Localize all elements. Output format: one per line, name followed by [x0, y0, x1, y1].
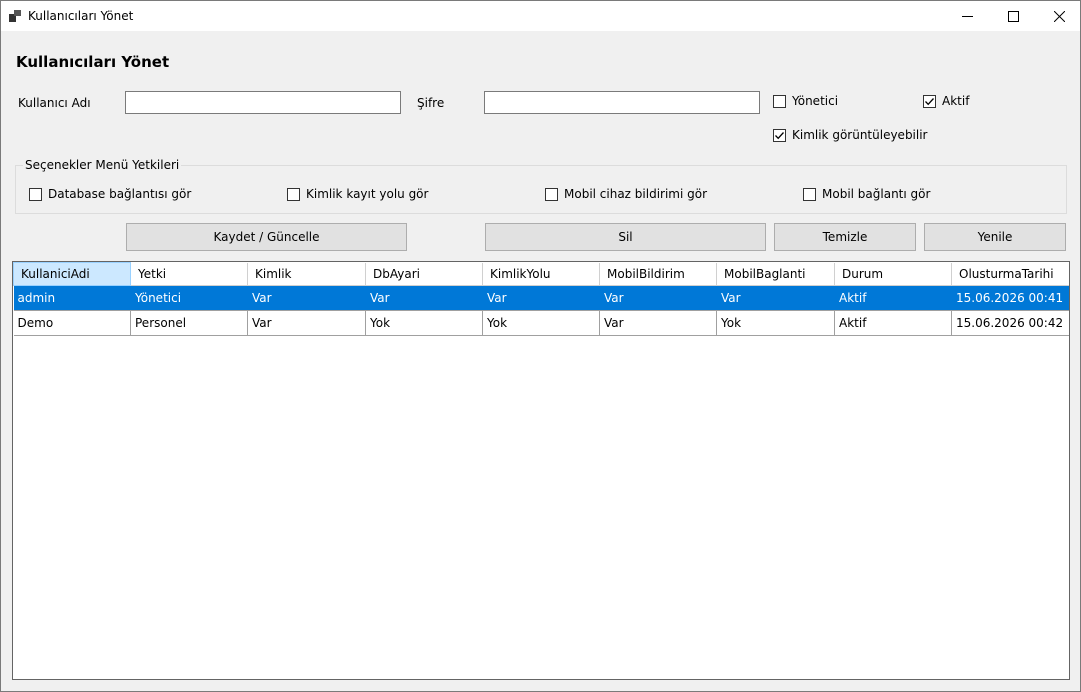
column-header[interactable]: KimlikYolu: [482, 262, 600, 286]
password-label: Şifre: [417, 96, 445, 110]
table-cell[interactable]: Var: [247, 285, 366, 311]
checkbox-box[interactable]: [29, 187, 42, 201]
maximize-icon: [1007, 10, 1019, 22]
admin-checkbox[interactable]: Yönetici: [773, 94, 838, 108]
window-title: Kullanıcıları Yönet: [28, 9, 134, 23]
window-client-area: Kullanıcıları Yönet Kullanıcı Adı Şifre …: [0, 31, 1081, 692]
perm-mobile-connection-checkbox[interactable]: Mobil bağlantı gör: [803, 187, 930, 201]
table-cell[interactable]: Var: [247, 310, 366, 336]
column-header[interactable]: DbAyari: [365, 262, 483, 286]
group-title: Seçenekler Menü Yetkileri: [23, 158, 182, 172]
menu-permissions-group: Seçenekler Menü Yetkileri Database bağla…: [15, 158, 1067, 214]
column-header[interactable]: Durum: [834, 262, 952, 286]
app-icon: [9, 10, 21, 22]
password-input[interactable]: [484, 91, 760, 114]
table-row[interactable]: Demo Personel Var Yok Yok Var Yok Aktif …: [13, 310, 1069, 336]
table-cell[interactable]: admin: [13, 285, 131, 311]
column-header[interactable]: MobilBildirim: [599, 262, 717, 286]
header-row: KullaniciAdi Yetki Kimlik DbAyari Kimlik…: [13, 262, 1069, 286]
identity-view-checkbox-label: Kimlik görüntüleyebilir: [792, 128, 928, 142]
perm-identity-path-checkbox[interactable]: Kimlik kayıt yolu gör: [287, 187, 428, 201]
identity-view-checkbox[interactable]: Kimlik görüntüleyebilir: [773, 128, 928, 142]
perm-database-checkbox[interactable]: Database bağlantısı gör: [29, 187, 191, 201]
admin-checkbox-label: Yönetici: [792, 94, 839, 108]
table-cell[interactable]: Var: [365, 285, 483, 311]
column-header[interactable]: OlusturmaTarihi: [951, 262, 1069, 286]
username-input[interactable]: [125, 91, 401, 114]
perm-mobile-connection-label: Mobil bağlantı gör: [822, 187, 931, 201]
checkbox-box[interactable]: [545, 187, 558, 201]
perm-mobile-notification-label: Mobil cihaz bildirimi gör: [564, 187, 708, 201]
table-cell[interactable]: Demo: [13, 310, 131, 336]
table-cell[interactable]: 15.06.2026 00:41: [951, 285, 1069, 311]
save-update-button[interactable]: Kaydet / Güncelle: [126, 223, 407, 251]
table-cell[interactable]: Aktif: [834, 285, 952, 311]
minimize-button[interactable]: [944, 1, 990, 31]
delete-button[interactable]: Sil: [485, 223, 766, 251]
username-label: Kullanıcı Adı: [18, 96, 91, 110]
table-cell[interactable]: Var: [482, 285, 600, 311]
close-icon: [1053, 10, 1065, 22]
perm-database-label: Database bağlantısı gör: [48, 187, 192, 201]
table-cell[interactable]: Personel: [130, 310, 248, 336]
perm-identity-path-label: Kimlik kayıt yolu gör: [306, 187, 429, 201]
column-header[interactable]: Yetki: [130, 262, 248, 286]
table-cell[interactable]: Yok: [365, 310, 483, 336]
users-data-grid[interactable]: KullaniciAdi Yetki Kimlik DbAyari Kimlik…: [12, 261, 1070, 680]
table-cell[interactable]: Var: [599, 310, 717, 336]
table-cell[interactable]: Yok: [482, 310, 600, 336]
table-row[interactable]: admin Yönetici Var Var Var Var Var Aktif…: [13, 285, 1069, 311]
checkbox-box[interactable]: [923, 94, 936, 108]
refresh-button[interactable]: Yenile: [924, 223, 1066, 251]
checkbox-box[interactable]: [803, 187, 816, 201]
table-cell[interactable]: Yok: [716, 310, 835, 336]
table-cell[interactable]: Aktif: [834, 310, 952, 336]
table-cell[interactable]: Var: [599, 285, 717, 311]
table-cell[interactable]: Yönetici: [130, 285, 248, 311]
column-header[interactable]: Kimlik: [247, 262, 366, 286]
column-header[interactable]: KullaniciAdi: [13, 262, 131, 286]
checkbox-box[interactable]: [773, 128, 786, 142]
clear-button[interactable]: Temizle: [774, 223, 916, 251]
close-button[interactable]: [1036, 1, 1081, 31]
page-title: Kullanıcıları Yönet: [16, 53, 170, 71]
checkbox-box[interactable]: [287, 187, 300, 201]
maximize-button[interactable]: [990, 1, 1036, 31]
table-cell[interactable]: Var: [716, 285, 835, 311]
active-checkbox-label: Aktif: [942, 94, 970, 108]
active-checkbox[interactable]: Aktif: [923, 94, 969, 108]
checkmark-icon: [925, 97, 934, 105]
perm-mobile-notification-checkbox[interactable]: Mobil cihaz bildirimi gör: [545, 187, 707, 201]
title-bar[interactable]: Kullanıcıları Yönet: [0, 0, 1081, 31]
table-cell[interactable]: 15.06.2026 00:42: [951, 310, 1069, 336]
checkbox-box[interactable]: [773, 94, 786, 108]
minimize-icon: [961, 15, 973, 17]
column-header[interactable]: MobilBaglanti: [716, 262, 835, 286]
checkmark-icon: [775, 131, 784, 139]
